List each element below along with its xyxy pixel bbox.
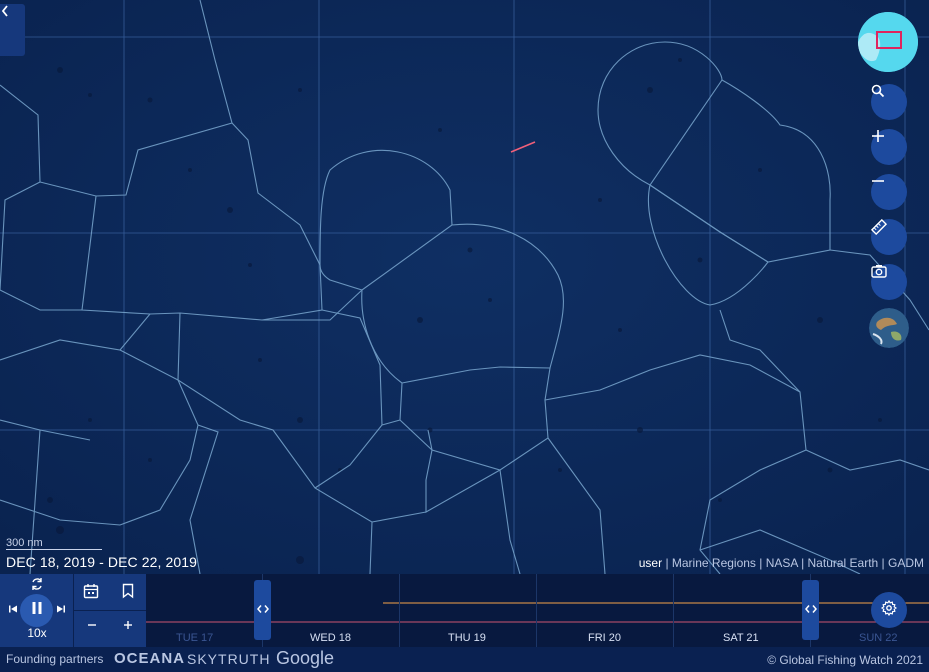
minimap[interactable] — [858, 12, 918, 72]
map-layers — [0, 0, 929, 574]
attribution-user: user — [638, 556, 663, 570]
bookmark-icon — [122, 583, 134, 604]
day-label: SUN 22 — [859, 632, 898, 644]
timebar-zoom-out-button[interactable] — [84, 618, 100, 634]
basemap-switch-button[interactable] — [869, 308, 909, 348]
skip-back-button[interactable] — [6, 603, 20, 617]
date-range-label: DEC 18, 2019 - DEC 22, 2019 — [6, 554, 198, 570]
copyright-text: © Global Fishing Watch 2021 — [767, 653, 923, 667]
skip-forward-icon — [56, 601, 66, 619]
minimap-globe — [858, 12, 918, 72]
screenshot-button[interactable] — [871, 264, 907, 300]
globe-icon — [869, 308, 909, 348]
day-tick — [673, 574, 674, 647]
timebar-settings-button[interactable] — [871, 592, 907, 628]
map-canvas[interactable]: 300 nm DEC 18, 2019 - DEC 22, 2019 user … — [0, 0, 929, 574]
zoom-in-button[interactable] — [871, 129, 907, 165]
controls-divider — [74, 610, 146, 611]
day-tick — [536, 574, 537, 647]
search-button[interactable] — [871, 84, 907, 120]
scale-label: 300 nm — [6, 537, 43, 549]
bookmark-button[interactable] — [117, 582, 139, 604]
minus-icon — [87, 617, 97, 635]
playback-speed[interactable]: 10x — [24, 626, 50, 640]
google-logo[interactable]: Google — [276, 648, 334, 669]
skytruth-logo[interactable]: SKYTRUTH — [187, 651, 270, 667]
drag-arrows-icon — [256, 601, 269, 619]
day-label: WED 18 — [310, 632, 351, 644]
loop-button[interactable] — [29, 577, 45, 596]
timebar-zoom-in-button[interactable] — [120, 618, 136, 634]
day-label: THU 19 — [448, 632, 486, 644]
partners-label: Founding partners — [6, 652, 104, 666]
gear-icon — [880, 599, 898, 621]
collapse-sidebar-button[interactable] — [0, 4, 25, 56]
pause-icon — [31, 601, 43, 620]
loop-icon — [30, 577, 44, 596]
zoom-out-button[interactable] — [871, 174, 907, 210]
skip-back-icon — [8, 601, 18, 619]
plus-icon — [123, 617, 133, 635]
day-label: FRI 20 — [588, 632, 622, 644]
calendar-icon — [83, 583, 99, 604]
scale-bar — [6, 549, 102, 550]
play-pause-button[interactable] — [20, 594, 53, 627]
timerange-start-handle[interactable] — [254, 580, 271, 640]
skip-forward-button[interactable] — [54, 603, 68, 617]
oceana-logo[interactable]: OCEANA — [114, 650, 185, 667]
timerange-end-handle[interactable] — [802, 580, 819, 640]
map-attribution: user | Marine Regions | NASA | Natural E… — [639, 556, 924, 570]
day-label: SAT 21 — [723, 632, 759, 644]
calendar-button[interactable] — [80, 582, 102, 604]
attribution-sources: | Marine Regions | NASA | Natural Earth … — [665, 556, 924, 570]
ruler-button[interactable] — [871, 219, 907, 255]
day-tick — [399, 574, 400, 647]
day-label: TUE 17 — [176, 632, 214, 644]
drag-arrows-icon — [804, 601, 817, 619]
